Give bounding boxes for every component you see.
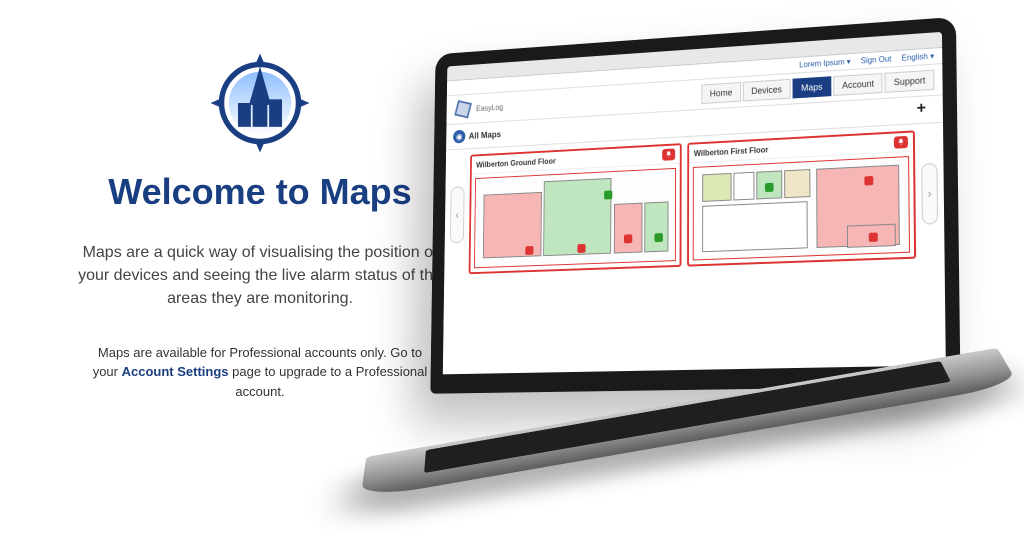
brand-logo-icon xyxy=(453,98,472,120)
floorplan-first xyxy=(693,156,910,260)
tab-support[interactable]: Support xyxy=(885,70,935,93)
tab-account[interactable]: Account xyxy=(833,73,883,96)
carousel-next-button[interactable]: › xyxy=(921,163,938,225)
maps-section-icon: ◉ xyxy=(453,130,465,144)
map-card-title: Wilberton First Floor xyxy=(694,145,768,158)
note-post: page to upgrade to a Professional accoun… xyxy=(229,364,428,399)
brand-name: EasyLog xyxy=(476,102,503,112)
tab-home[interactable]: Home xyxy=(701,82,741,104)
compass-logo-icon xyxy=(205,48,315,158)
user-menu[interactable]: Lorem Ipsum ▾ xyxy=(799,57,850,69)
language-menu[interactable]: English ▾ xyxy=(902,52,935,63)
map-card-title: Wilberton Ground Floor xyxy=(476,156,556,169)
section-title: All Maps xyxy=(469,129,501,140)
carousel-prev-button[interactable]: ‹ xyxy=(450,186,465,243)
tab-devices[interactable]: Devices xyxy=(743,79,791,102)
tab-maps[interactable]: Maps xyxy=(792,76,831,98)
page-title: Welcome to Maps xyxy=(60,171,460,213)
floorplan-ground xyxy=(474,168,676,268)
laptop-mockup: Lorem Ipsum ▾ Sign Out English ▾ EasyLog… xyxy=(404,30,1024,510)
account-settings-link[interactable]: Account Settings xyxy=(122,364,229,379)
alarm-bell-icon xyxy=(894,136,908,149)
add-map-button[interactable]: + xyxy=(917,100,935,119)
upgrade-note: Maps are available for Professional acco… xyxy=(60,343,460,402)
map-card-ground-floor[interactable]: Wilberton Ground Floor xyxy=(469,143,682,274)
sign-out-link[interactable]: Sign Out xyxy=(861,54,892,65)
map-card-first-floor[interactable]: Wilberton First Floor xyxy=(687,130,916,266)
maps-description: Maps are a quick way of visualising the … xyxy=(60,241,460,311)
alarm-bell-icon xyxy=(662,148,675,160)
